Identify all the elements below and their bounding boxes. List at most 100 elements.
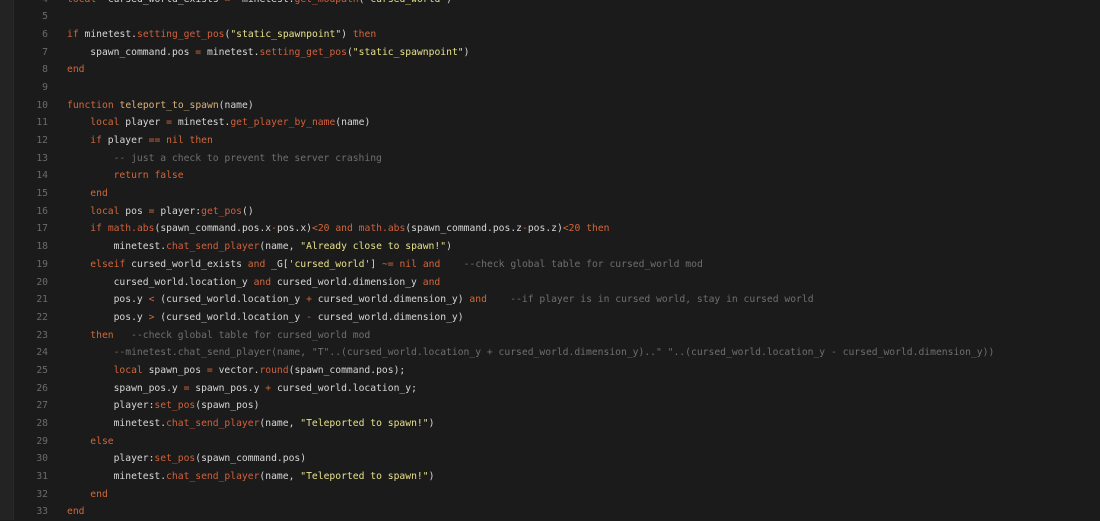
code-token: player: <box>113 400 155 412</box>
keyword-token: local <box>90 205 120 217</box>
line-code: pos.y < (cursed_world.location_y + curse… <box>114 291 814 309</box>
line-code: local pos = player:get_pos() <box>90 203 253 221</box>
code-line[interactable]: 29 else <box>14 433 1100 451</box>
code-line[interactable]: 14 return false <box>14 167 1100 185</box>
code-line[interactable]: 10 function teleport_to_spawn(name) <box>14 97 1100 115</box>
code-token: minetest. <box>113 418 167 429</box>
comment-token: --check global table for cursed_world mo… <box>131 329 371 341</box>
code-token: pos <box>119 205 149 217</box>
string-token: "static_spawnpoint" <box>230 28 342 40</box>
code-line[interactable]: 24 --minetest.chat_send_player(name, "T".… <box>14 344 1100 362</box>
line-number: 7 <box>42 46 48 58</box>
code-token: () <box>241 205 254 217</box>
code-line[interactable]: 31 minetest.chat_send_player(name, "Telep… <box>14 468 1100 486</box>
string-token: "cursed_world" <box>364 0 446 5</box>
code-token: (name, <box>259 241 301 253</box>
line-number: 14 <box>36 170 48 182</box>
line-number: 32 <box>36 488 48 500</box>
keyword-token: and <box>422 276 441 288</box>
code-token: (name) <box>218 99 254 111</box>
line-number: 29 <box>36 435 48 447</box>
code-token: minetest. <box>78 28 138 40</box>
comment-token: -- just a check to prevent the server cr… <box>113 152 382 164</box>
code-line[interactable]: 33 end <box>14 503 1100 521</box>
keyword-token: return <box>113 170 149 182</box>
code-line[interactable]: 12 if player == nil then <box>14 132 1100 150</box>
keyword-token: local <box>67 0 96 5</box>
line-code: -- just a check to prevent the server cr… <box>114 150 382 168</box>
keyword-token: and <box>469 294 487 306</box>
code-token: (cursed_world.location_y <box>154 311 307 323</box>
line-number: 28 <box>36 418 48 429</box>
code-line[interactable]: 5 <box>14 8 1100 26</box>
code-line[interactable]: 30 player:set_pos(spawn_command.pos) <box>14 450 1100 468</box>
line-number: 13 <box>36 152 48 164</box>
code-line[interactable]: 22 pos.y > (cursed_world.location_y - cur… <box>14 309 1100 327</box>
keyword-token: and <box>247 258 266 270</box>
operator-token: <20 <box>562 223 581 235</box>
keyword-token: then <box>352 28 377 40</box>
keyword-token: nil <box>399 258 417 270</box>
function-token: chat_send_player <box>166 241 260 253</box>
code-line[interactable]: 20 cursed_world.location_y and cursed_wor… <box>14 274 1100 292</box>
code-line[interactable]: 25 local spawn_pos = vector.round(spawn_c… <box>14 362 1100 380</box>
code-token: cursed_world.location_y; <box>271 382 417 394</box>
code-token: cursed_world.location_y <box>113 276 254 288</box>
code-line[interactable]: 23 then --check global table for cursed_w… <box>14 327 1100 345</box>
code-line[interactable]: 11 local player = minetest.get_player_by_… <box>14 114 1100 132</box>
function-token: get_pos <box>201 205 242 217</box>
line-number: 25 <box>36 364 48 376</box>
code-line[interactable]: 27 player:set_pos(spawn_pos) <box>14 397 1100 415</box>
line-number: 22 <box>36 311 48 323</box>
keyword-token: end <box>90 488 108 500</box>
line-number: 33 <box>36 506 48 518</box>
code-line[interactable]: 8 end <box>14 61 1100 79</box>
string-token: "static_spawnpoint" <box>352 46 464 58</box>
code-token: minetest. <box>201 46 260 58</box>
code-line[interactable]: 18 minetest.chat_send_player(name, "Alrea… <box>14 238 1100 256</box>
code-token: ) <box>463 46 470 58</box>
code-token: (spawn_command.pos); <box>288 364 406 376</box>
function-token: math.abs <box>358 223 406 235</box>
code-line[interactable]: 7 spawn_command.pos = minetest.setting_ge… <box>14 44 1100 62</box>
code-line[interactable]: 13 -- just a check to prevent the server … <box>14 150 1100 168</box>
code-line[interactable]: 17 if math.abs(spawn_command.pos.x-pos.x)… <box>14 220 1100 238</box>
code-line[interactable]: 28 minetest.chat_send_player(name, "Telep… <box>14 415 1100 433</box>
line-number: 19 <box>36 258 48 270</box>
line-code: return false <box>114 167 184 185</box>
comment-token: --minetest.chat_send_player(name, "T"..(… <box>113 347 995 359</box>
line-code: function teleport_to_spawn(name) <box>67 97 254 115</box>
keyword-token: nil <box>166 135 184 146</box>
code-editor[interactable]: 4 local cursed_world_exists = minetest.ge… <box>14 0 1100 521</box>
code-line[interactable]: 19 elseif cursed_world_exists and _G['cur… <box>14 256 1100 274</box>
line-number: 16 <box>36 205 48 217</box>
code-line[interactable]: 6 if minetest.setting_get_pos("static_spa… <box>14 26 1100 44</box>
code-line[interactable]: 26 spawn_pos.y = spawn_pos.y + cursed_wor… <box>14 380 1100 398</box>
code-line[interactable]: 16 local pos = player:get_pos() <box>14 203 1100 221</box>
editor-side-strip <box>0 0 14 520</box>
line-number: 8 <box>42 64 48 76</box>
function-token: chat_send_player <box>166 418 260 429</box>
code-token: (spawn_command.pos.z <box>405 223 522 235</box>
line-code: minetest.chat_send_player(name, "Already… <box>114 238 452 256</box>
keyword-token: local <box>90 117 120 129</box>
line-code: end <box>90 185 108 203</box>
code-token: minetest. <box>113 471 167 483</box>
code-line[interactable]: 21 pos.y < (cursed_world.location_y + cur… <box>14 291 1100 309</box>
line-number: 30 <box>36 453 48 465</box>
line-number: 27 <box>36 400 48 412</box>
line-number: 15 <box>36 188 48 200</box>
code-line[interactable]: 9 <box>14 79 1100 97</box>
keyword-token: end <box>67 506 85 518</box>
code-line[interactable]: 32 end <box>14 486 1100 504</box>
function-token: set_pos <box>154 453 196 465</box>
line-code: player:set_pos(spawn_pos) <box>114 397 260 415</box>
code-line[interactable]: 4 local cursed_world_exists = minetest.ge… <box>14 0 1100 8</box>
keyword-token: if <box>90 135 102 146</box>
code-line[interactable]: 15 end <box>14 185 1100 203</box>
line-number: 24 <box>36 347 48 359</box>
function-name-token: teleport_to_spawn <box>119 99 219 111</box>
line-number: 10 <box>36 99 48 111</box>
code-token: (name) <box>335 117 371 129</box>
